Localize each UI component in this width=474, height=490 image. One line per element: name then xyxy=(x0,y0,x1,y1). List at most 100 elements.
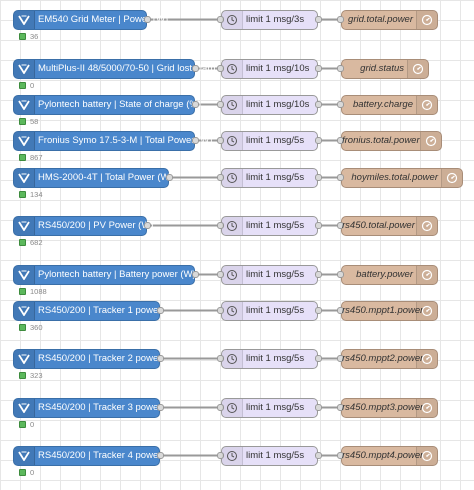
output-node[interactable]: rs450.mppt1.power xyxy=(337,301,438,321)
status-value: 58 xyxy=(30,117,39,126)
flow-row: RS450/200 | Tracker 1 power 360 limit 1 ms… xyxy=(0,301,474,341)
clock-icon xyxy=(222,169,243,187)
output-port[interactable] xyxy=(157,307,164,314)
output-port[interactable] xyxy=(157,355,164,362)
flow-row: RS450/200 | Tracker 3 power 0 limit 1 msg/… xyxy=(0,398,474,438)
output-port[interactable] xyxy=(315,16,322,23)
output-port[interactable] xyxy=(315,137,322,144)
clock-icon xyxy=(222,302,243,320)
delay-node[interactable]: limit 1 msg/5s xyxy=(217,301,322,321)
victron-logo-icon xyxy=(14,399,35,417)
clock-icon xyxy=(222,11,243,29)
clock-icon xyxy=(222,217,243,235)
flow-row: RS450/200 | Tracker 2 power 323 limit 1 ms… xyxy=(0,349,474,389)
input-node-label: Fronius Symo 17.5-3-M | Total Power (W) xyxy=(38,135,213,146)
delay-node[interactable]: limit 1 msg/10s xyxy=(217,95,322,115)
victron-input-node[interactable]: MultiPlus-II 48/5000/70-50 | Grid lost a… xyxy=(13,59,218,79)
output-node[interactable]: grid.status xyxy=(337,59,429,79)
delay-node[interactable]: limit 1 msg/5s xyxy=(217,446,322,466)
output-port[interactable] xyxy=(192,101,199,108)
output-port[interactable] xyxy=(315,404,322,411)
output-port[interactable] xyxy=(315,307,322,314)
gauge-icon xyxy=(441,169,462,187)
output-port[interactable] xyxy=(157,452,164,459)
output-node[interactable]: rs450.mppt3.power xyxy=(337,398,438,418)
status-value: 360 xyxy=(30,323,43,332)
victron-input-node[interactable]: Pylontech battery | Battery power (W) xyxy=(13,265,199,285)
victron-input-node[interactable]: Fronius Symo 17.5-3-M | Total Power (W) xyxy=(13,131,212,151)
victron-input-node[interactable]: RS450/200 | PV Power (W) xyxy=(13,216,153,236)
victron-input-node[interactable]: RS450/200 | Tracker 3 power xyxy=(13,398,164,418)
flow-row: MultiPlus-II 48/5000/70-50 | Grid lost a… xyxy=(0,59,474,99)
output-node[interactable]: battery.power xyxy=(337,265,438,285)
status-dot-icon xyxy=(19,82,26,89)
delay-node-label: limit 1 msg/5s xyxy=(246,135,305,146)
status-dot-icon xyxy=(19,33,26,40)
output-node-label: rs450.mppt4.power xyxy=(342,450,424,461)
output-node[interactable]: rs450.mppt4.power xyxy=(337,446,438,466)
delay-node-label: limit 1 msg/10s xyxy=(246,99,310,110)
delay-node[interactable]: limit 1 msg/5s xyxy=(217,265,322,285)
victron-input-node[interactable]: HMS-2000-4T | Total Power (W) xyxy=(13,168,173,188)
output-port[interactable] xyxy=(315,355,322,362)
output-node[interactable]: grid.total.power xyxy=(337,10,438,30)
gauge-icon xyxy=(416,350,437,368)
input-node-label: RS450/200 | PV Power (W) xyxy=(38,220,154,231)
victron-logo-icon xyxy=(14,350,35,368)
victron-logo-icon xyxy=(14,96,35,114)
status-dot-icon xyxy=(19,288,26,295)
victron-input-node[interactable]: RS450/200 | Tracker 4 power xyxy=(13,446,164,466)
delay-node[interactable]: limit 1 msg/5s xyxy=(217,168,322,188)
output-port[interactable] xyxy=(315,101,322,108)
flow-canvas[interactable]: EM540 Grid Meter | Power (W) 36 limit 1 ms… xyxy=(0,0,474,490)
status-value: 36 xyxy=(30,32,39,41)
delay-node-label: limit 1 msg/5s xyxy=(246,353,305,364)
output-port[interactable] xyxy=(192,137,199,144)
output-node[interactable]: battery.charge xyxy=(337,95,438,115)
status-dot-icon xyxy=(19,372,26,379)
flow-row: EM540 Grid Meter | Power (W) 36 limit 1 ms… xyxy=(0,10,474,50)
output-node[interactable]: hoymiles.total.power xyxy=(337,168,463,188)
status-dot-icon xyxy=(19,239,26,246)
delay-node[interactable]: limit 1 msg/3s xyxy=(217,10,322,30)
output-node[interactable]: fronius.total.power xyxy=(337,131,442,151)
victron-logo-icon xyxy=(14,132,35,150)
output-port[interactable] xyxy=(144,222,151,229)
gauge-icon xyxy=(407,60,428,78)
delay-node[interactable]: limit 1 msg/10s xyxy=(217,59,322,79)
victron-input-node[interactable]: Pylontech battery | State of charge (%) xyxy=(13,95,201,115)
delay-node[interactable]: limit 1 msg/5s xyxy=(217,131,322,151)
clock-icon xyxy=(222,350,243,368)
output-port[interactable] xyxy=(144,16,151,23)
output-port[interactable] xyxy=(315,65,322,72)
victron-input-node[interactable]: RS450/200 | Tracker 2 power xyxy=(13,349,164,369)
status-value: 0 xyxy=(30,420,35,429)
output-port[interactable] xyxy=(157,404,164,411)
input-node-label: RS450/200 | Tracker 1 power xyxy=(38,305,162,316)
output-node-label: rs450.total.power xyxy=(342,220,415,231)
output-node[interactable]: rs450.total.power xyxy=(337,216,438,236)
output-port[interactable] xyxy=(315,271,322,278)
output-node-label: rs450.mppt2.power xyxy=(342,353,424,364)
victron-logo-icon xyxy=(14,11,35,29)
clock-icon xyxy=(222,447,243,465)
output-port[interactable] xyxy=(192,65,199,72)
victron-input-node[interactable]: EM540 Grid Meter | Power (W) xyxy=(13,10,168,30)
output-node-label: grid.status xyxy=(360,63,404,74)
output-port[interactable] xyxy=(166,174,173,181)
delay-node[interactable]: limit 1 msg/5s xyxy=(217,349,322,369)
output-node-label: battery.charge xyxy=(352,99,413,110)
flow-row: RS450/200 | PV Power (W) 682 limit 1 msg/5… xyxy=(0,216,474,256)
output-port[interactable] xyxy=(315,174,322,181)
output-node[interactable]: rs450.mppt2.power xyxy=(337,349,438,369)
output-port[interactable] xyxy=(315,222,322,229)
output-port[interactable] xyxy=(315,452,322,459)
input-node-label: HMS-2000-4T | Total Power (W) xyxy=(38,172,173,183)
delay-node[interactable]: limit 1 msg/5s xyxy=(217,398,322,418)
delay-node[interactable]: limit 1 msg/5s xyxy=(217,216,322,236)
status-value: 867 xyxy=(30,153,43,162)
victron-input-node[interactable]: RS450/200 | Tracker 1 power xyxy=(13,301,164,321)
status-value: 0 xyxy=(30,468,35,477)
output-port[interactable] xyxy=(192,271,199,278)
delay-node-label: limit 1 msg/5s xyxy=(246,402,305,413)
